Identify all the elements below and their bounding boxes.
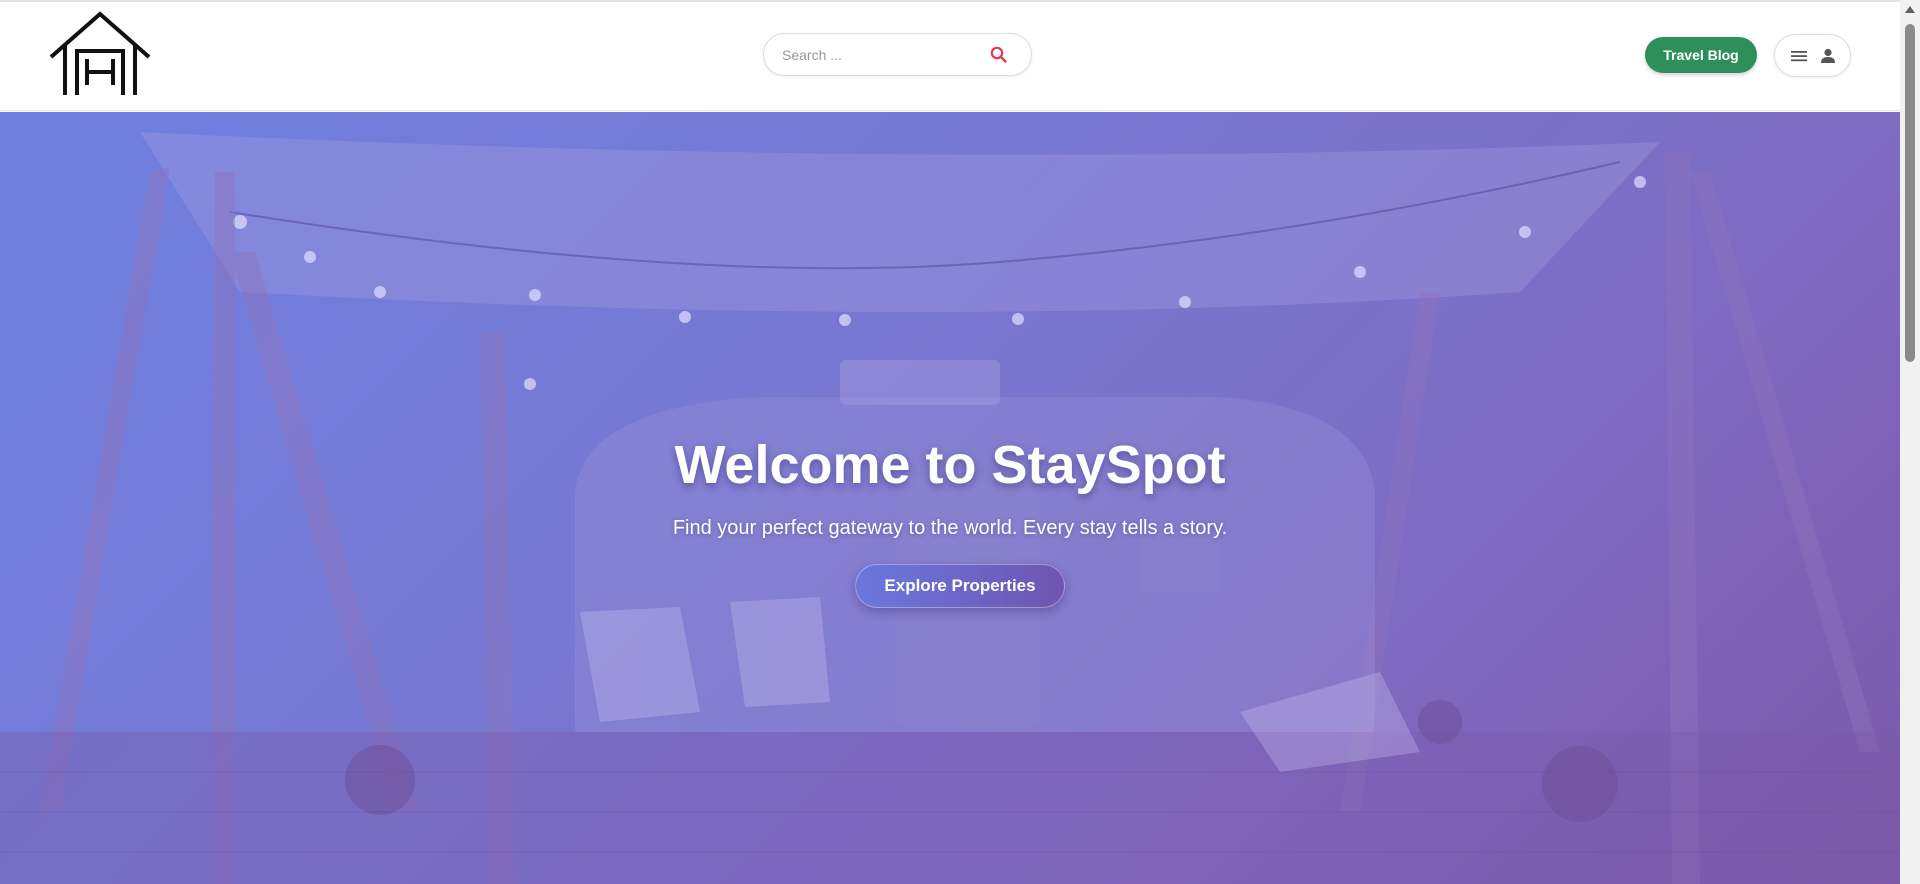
explore-properties-button[interactable]: Explore Properties [855, 564, 1065, 608]
hamburger-menu-icon [1791, 51, 1807, 62]
search-icon[interactable] [989, 45, 1009, 65]
hero-title: Welcome to StaySpot [674, 435, 1226, 495]
hero-subtitle: Find your perfect gateway to the world. … [672, 517, 1228, 539]
site-logo[interactable] [49, 11, 151, 97]
page: Travel Blog [0, 0, 1920, 884]
user-menu-button[interactable] [1774, 34, 1851, 77]
search-input[interactable] [782, 45, 982, 65]
site-header: Travel Blog [0, 2, 1900, 111]
scrollbar-thumb[interactable] [1905, 24, 1915, 362]
person-icon [1821, 48, 1835, 63]
search-bar[interactable] [763, 33, 1032, 76]
hero-section: Welcome to StaySpot Find your perfect ga… [0, 112, 1900, 884]
travel-blog-button[interactable]: Travel Blog [1645, 37, 1757, 73]
scroll-up-arrow-icon[interactable] [1905, 6, 1915, 13]
vertical-scrollbar[interactable] [1900, 0, 1920, 884]
hero-background-image [0, 132, 1900, 884]
house-h-logo-icon [49, 11, 151, 95]
